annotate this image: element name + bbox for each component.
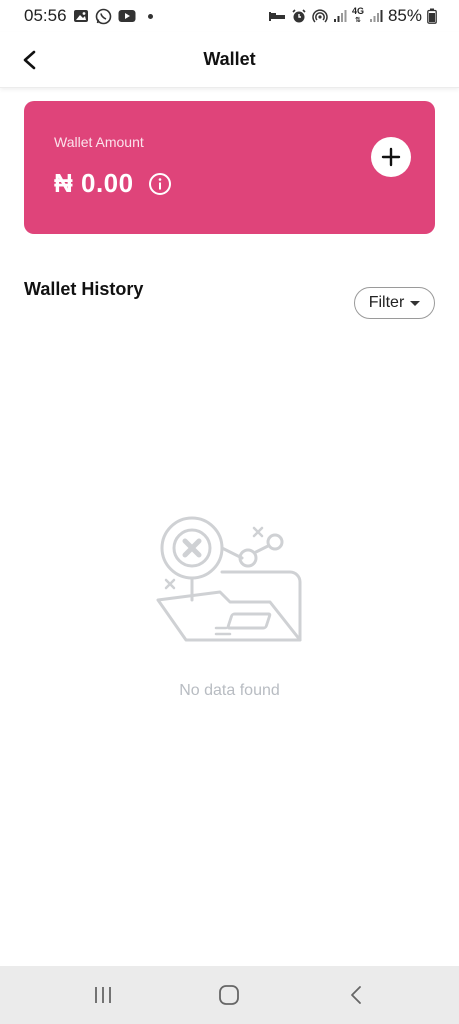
youtube-icon — [118, 9, 136, 23]
app-bar: Wallet — [0, 32, 459, 88]
system-back-button[interactable] — [326, 975, 386, 1015]
no-data-message: No data found — [179, 682, 280, 699]
signal-icon — [333, 9, 347, 23]
page-title: Wallet — [203, 49, 256, 69]
wallet-amount-row: ₦ 0.00 — [54, 168, 172, 199]
info-icon — [148, 172, 171, 195]
filter-label: Filter — [368, 294, 405, 311]
recent-apps-icon — [95, 987, 112, 1003]
gallery-icon — [73, 8, 89, 24]
wallet-card: Wallet Amount ₦ 0.00 — [24, 101, 435, 234]
wallet-amount-label: Wallet Amount — [54, 134, 144, 150]
filter-button[interactable]: Filter — [354, 287, 435, 319]
system-nav-bar — [0, 966, 459, 1024]
add-funds-button[interactable] — [371, 137, 411, 177]
plus-icon — [381, 147, 401, 167]
hotspot-icon — [312, 8, 328, 24]
wallet-history-title: Wallet History — [24, 279, 144, 299]
home-button[interactable] — [199, 975, 259, 1015]
caret-down-icon — [410, 300, 421, 306]
empty-folder-illustration — [150, 510, 310, 650]
back-arrow-icon — [23, 50, 36, 70]
wallet-amount-value: ₦ 0.00 — [54, 168, 134, 198]
back-button[interactable] — [12, 42, 48, 78]
info-button[interactable] — [148, 172, 172, 196]
status-bar: 05:56 4G ⇅ 85% — [0, 0, 459, 32]
sleep-mode-icon — [268, 9, 286, 23]
chevron-left-icon — [350, 986, 361, 1004]
battery-percent: 85% — [387, 6, 422, 25]
battery-icon — [427, 8, 437, 24]
whatsapp-icon — [95, 8, 112, 25]
signal-icon-2 — [369, 9, 383, 23]
network-4g-icon: 4G ⇅ — [351, 6, 364, 25]
alarm-icon — [291, 8, 307, 24]
recent-apps-button[interactable] — [73, 975, 133, 1015]
network-4g-label: 4G — [351, 6, 364, 16]
notification-dot-icon — [147, 13, 153, 19]
home-icon — [219, 985, 240, 1005]
status-time: 05:56 — [24, 6, 67, 25]
